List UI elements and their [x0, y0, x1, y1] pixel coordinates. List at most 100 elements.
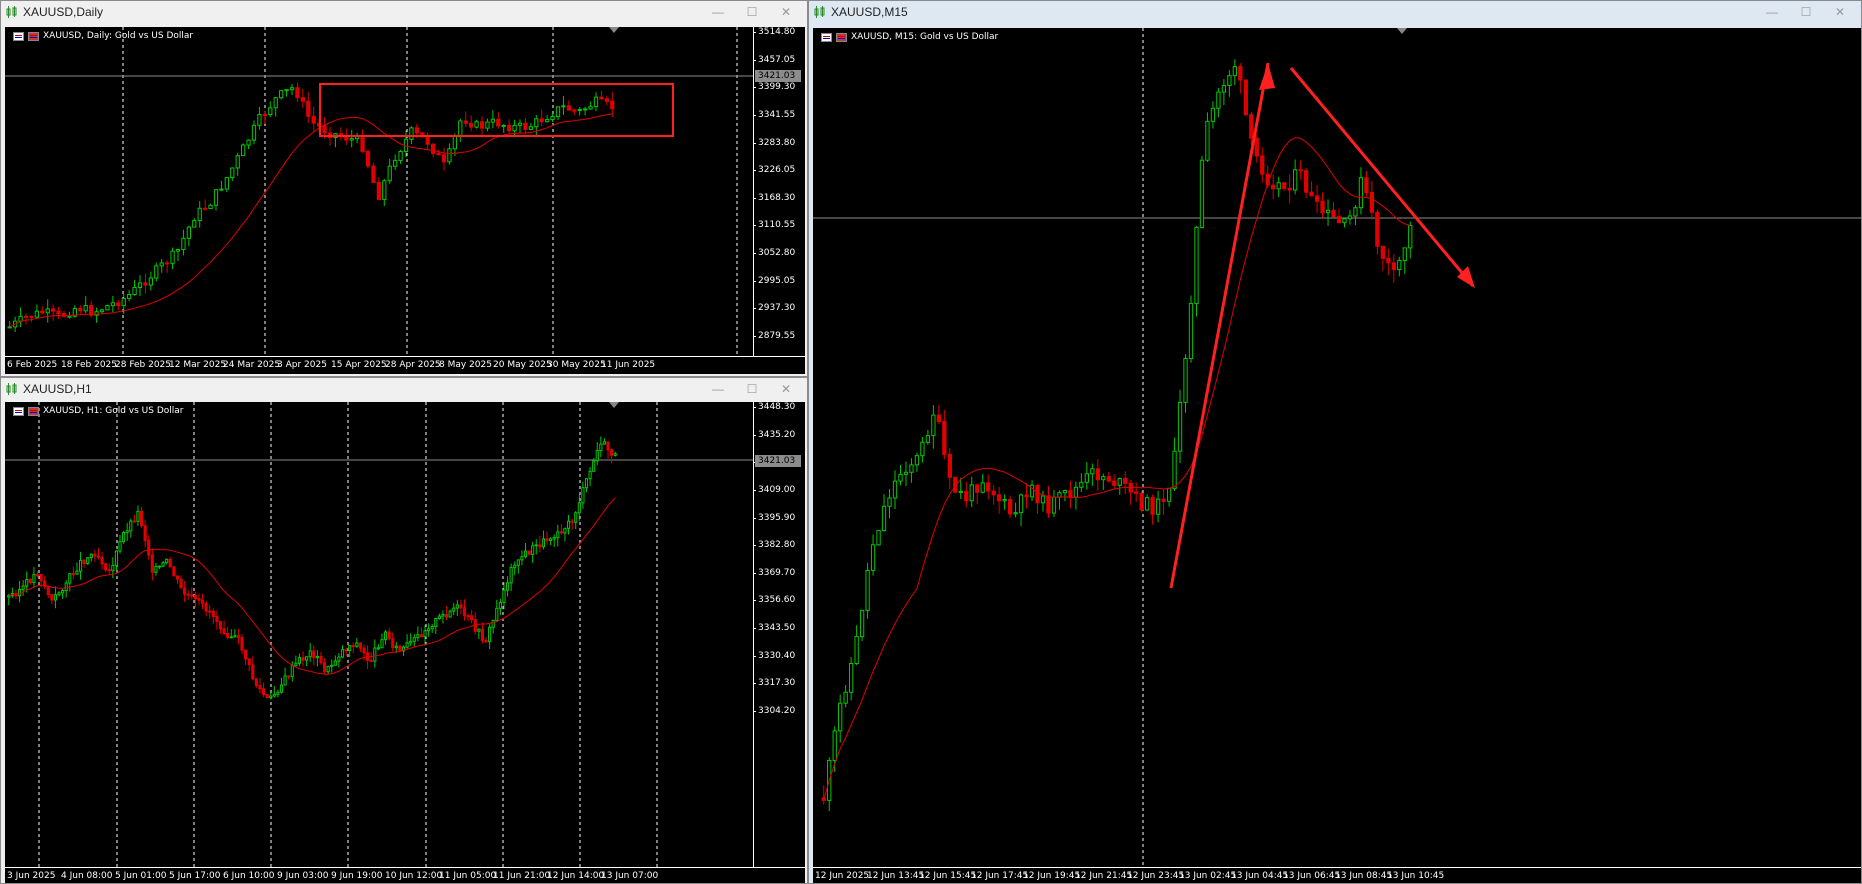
bear-candle — [527, 550, 531, 555]
m15-candles — [813, 28, 1861, 867]
bull-candle — [409, 640, 413, 644]
time-tick-label: 3 Apr 2025 — [277, 360, 327, 370]
bull-candle — [1079, 481, 1084, 488]
bull-candle — [865, 569, 870, 611]
bull-candle — [159, 262, 164, 267]
close-icon[interactable]: ✕ — [1823, 3, 1857, 21]
maximize-icon[interactable]: ☐ — [735, 380, 769, 398]
price-tick-label: 3343.50 — [753, 623, 805, 633]
bull-candle — [165, 558, 169, 564]
bull-candle — [1353, 207, 1358, 217]
bull-candle — [273, 97, 278, 109]
bull-candle — [416, 634, 420, 639]
price-tick-label: 3435.20 — [753, 430, 805, 440]
chart-shift-marker[interactable] — [609, 402, 619, 408]
h1-titlebar[interactable]: XAUUSD,H1 — ☐ ✕ — [1, 378, 807, 400]
price-tick-label: 3110.55 — [753, 220, 805, 230]
daily-chart-window[interactable]: XAUUSD,Daily — ☐ ✕ XAUUSD, Daily: Gold v… — [0, 0, 808, 377]
bull-candle — [458, 120, 463, 137]
price-tick-label: 2879.55 — [753, 331, 805, 341]
daily-titlebar[interactable]: XAUUSD,Daily — ☐ ✕ — [1, 1, 807, 23]
bull-candle — [132, 286, 137, 295]
maximize-icon[interactable]: ☐ — [1789, 3, 1823, 21]
bear-candle — [362, 647, 366, 654]
bear-candle — [78, 308, 83, 312]
bull-candle — [581, 487, 585, 504]
bull-candle — [602, 441, 607, 445]
bear-candle — [570, 520, 574, 523]
h1-chart-window[interactable]: XAUUSD,H1 — ☐ ✕ XAUUSD, H1: Gold vs US D… — [0, 377, 808, 884]
bear-candle — [419, 634, 424, 638]
bear-candle — [254, 678, 258, 686]
bear-candle — [40, 310, 45, 314]
bear-candle — [523, 122, 528, 130]
close-icon[interactable]: ✕ — [769, 3, 803, 21]
daily-chart-area[interactable]: XAUUSD, Daily: Gold vs US Dollar 3514.80… — [5, 27, 805, 374]
bear-candle — [295, 87, 300, 99]
minimize-icon[interactable]: — — [701, 3, 735, 21]
bear-candle — [470, 615, 474, 621]
m15-chart-area[interactable]: XAUUSD, M15: Gold vs US Dollar 12 Jun 20… — [813, 28, 1861, 883]
bull-candle — [257, 114, 262, 126]
bull-candle — [269, 695, 273, 699]
bull-candle — [197, 207, 202, 222]
bear-candle — [496, 118, 501, 127]
bull-candle — [279, 684, 284, 693]
bear-candle — [222, 628, 226, 635]
bull-candle — [434, 618, 438, 628]
bear-candle — [258, 684, 262, 690]
bull-candle — [21, 585, 25, 590]
chart-shift-marker[interactable] — [609, 27, 619, 33]
bear-candle — [975, 484, 980, 493]
bull-candle — [233, 635, 237, 638]
h1-chart-area[interactable]: XAUUSD, H1: Gold vs US Dollar 3448.30 343… — [5, 402, 805, 883]
bull-candle — [154, 565, 158, 573]
h1-price-scale[interactable]: 3448.303435.203422.103409.003395.903382.… — [753, 402, 805, 869]
symbol-flag-icon — [821, 32, 832, 42]
bull-candle — [903, 471, 909, 475]
bull-candle — [284, 89, 289, 92]
bull-candle — [305, 656, 309, 661]
bull-candle — [427, 628, 431, 632]
bull-candle — [1117, 478, 1122, 486]
bull-candle — [161, 562, 165, 567]
maximize-icon[interactable]: ☐ — [735, 3, 769, 21]
bear-candle — [132, 520, 136, 523]
bull-candle — [534, 544, 538, 547]
price-tick-label: 3409.00 — [753, 485, 805, 495]
bear-candle — [311, 115, 316, 124]
moving-average-line — [8, 497, 616, 675]
bull-candle — [423, 630, 427, 638]
chart-shift-marker[interactable] — [1397, 28, 1407, 34]
bull-candle — [441, 613, 445, 617]
bear-candle — [200, 599, 205, 604]
bear-candle — [1123, 478, 1128, 484]
bull-candle — [490, 118, 495, 123]
bull-candle — [78, 559, 83, 572]
minimize-icon[interactable]: — — [1755, 3, 1789, 21]
bull-candle — [430, 626, 434, 630]
minimize-icon[interactable]: — — [701, 380, 735, 398]
bull-candle — [517, 122, 523, 126]
bear-candle — [319, 655, 323, 664]
price-tick-label: 3395.90 — [753, 513, 805, 523]
m15-titlebar[interactable]: XAUUSD,M15 — ☐ ✕ — [809, 1, 1861, 23]
bear-candle — [287, 675, 291, 678]
daily-time-scale[interactable]: 6 Feb 2025 18 Feb 2025 28 Feb 2025 12 Mar 2… — [5, 356, 805, 374]
bear-candle — [344, 135, 349, 141]
bull-candle — [980, 482, 985, 493]
m15-time-scale[interactable]: 12 Jun 2025 12 Jun 13:45 12 Jun 15:45 12 Ju… — [813, 867, 1861, 883]
close-icon[interactable]: ✕ — [769, 380, 803, 398]
bull-candle — [219, 188, 224, 191]
bear-candle — [1134, 491, 1139, 494]
bull-candle — [175, 249, 181, 252]
bear-candle — [175, 575, 180, 580]
daily-price-scale[interactable]: 3514.80 3457.05 3399.30 3341.55 3283.80 3226.… — [753, 27, 805, 356]
price-tick-label: 3330.40 — [753, 651, 805, 661]
bull-candle — [1057, 492, 1062, 498]
bull-candle — [127, 293, 132, 299]
bull-candle — [1358, 177, 1364, 209]
m15-chart-window[interactable]: XAUUSD,M15 — ☐ ✕ XAUUSD, M15: Gold vs US… — [808, 0, 1862, 884]
h1-time-scale[interactable]: 3 Jun 2025 4 Jun 08:00 5 Jun 01:00 5 Jun 17… — [5, 867, 805, 883]
bull-candle — [1325, 209, 1331, 214]
